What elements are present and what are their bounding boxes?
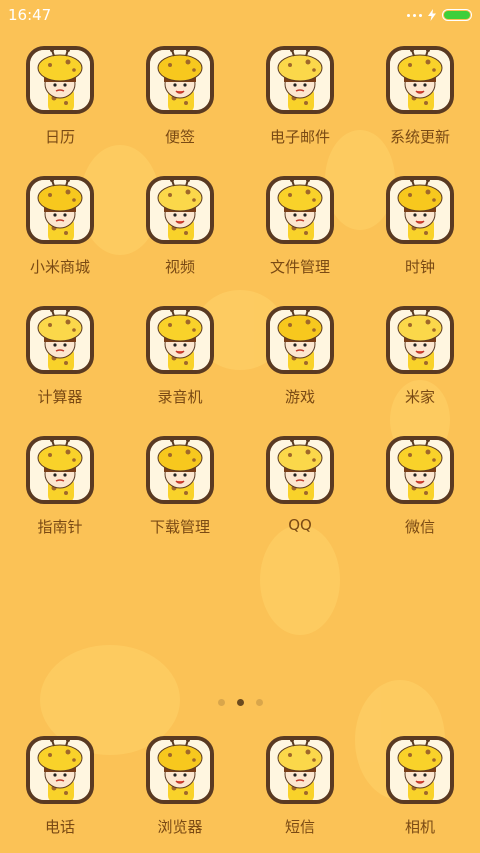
app-label: 浏览器 (157, 818, 203, 836)
giraffe-calendar-app[interactable]: 日历 (0, 40, 120, 170)
app-label: 视频 (164, 258, 195, 276)
app-label: 游戏 (284, 388, 315, 406)
app-label: 相机 (404, 818, 435, 836)
giraffe-browser-app[interactable]: 浏览器 (120, 730, 240, 837)
giraffe-update-app[interactable]: 系统更新 (360, 40, 480, 170)
giraffe-browser-icon[interactable] (146, 736, 214, 804)
giraffe-qq-icon[interactable] (266, 436, 334, 504)
giraffe-recorder-app[interactable]: 录音机 (120, 300, 240, 430)
giraffe-calendar-icon[interactable] (26, 46, 94, 114)
app-label: 计算器 (37, 388, 83, 406)
battery-level (444, 11, 470, 19)
giraffe-mihome-icon[interactable] (386, 306, 454, 374)
giraffe-recorder-icon[interactable] (146, 306, 214, 374)
app-grid: 日历 便签 电子邮件 系统更新 小米商城 视频 文件管理 时钟 计算器 录音机 … (0, 40, 480, 560)
giraffe-email-icon[interactable] (266, 46, 334, 114)
giraffe-camera-app[interactable]: 相机 (360, 730, 480, 837)
giraffe-calculator-icon[interactable] (26, 306, 94, 374)
giraffe-wechat-app[interactable]: 微信 (360, 430, 480, 560)
battery-icon (442, 9, 472, 21)
status-icons (407, 9, 472, 21)
app-label: 便签 (164, 128, 195, 146)
giraffe-store-app[interactable]: 小米商城 (0, 170, 120, 300)
giraffe-files-icon[interactable] (266, 176, 334, 244)
app-label: 微信 (404, 518, 435, 536)
app-label: 录音机 (157, 388, 203, 406)
giraffe-video-app[interactable]: 视频 (120, 170, 240, 300)
giraffe-wechat-icon[interactable] (386, 436, 454, 504)
giraffe-clock-icon[interactable] (386, 176, 454, 244)
giraffe-mihome-app[interactable]: 米家 (360, 300, 480, 430)
giraffe-phone-app[interactable]: 电话 (0, 730, 120, 837)
giraffe-phone-icon[interactable] (26, 736, 94, 804)
giraffe-video-icon[interactable] (146, 176, 214, 244)
giraffe-notes-icon[interactable] (146, 46, 214, 114)
charging-bolt-icon (428, 9, 436, 21)
giraffe-compass-icon[interactable] (26, 436, 94, 504)
app-label: 下载管理 (149, 518, 210, 536)
notification-dots-icon (407, 13, 422, 17)
status-bar: 16:47 (0, 0, 480, 30)
app-label: 时钟 (404, 258, 435, 276)
app-label: 指南针 (37, 518, 83, 536)
giraffe-games-icon[interactable] (266, 306, 334, 374)
app-label: 短信 (284, 818, 315, 836)
giraffe-compass-app[interactable]: 指南针 (0, 430, 120, 560)
giraffe-calculator-app[interactable]: 计算器 (0, 300, 120, 430)
app-label: 电话 (44, 818, 75, 836)
dock: 电话 浏览器 短信 相机 (0, 730, 480, 837)
giraffe-update-icon[interactable] (386, 46, 454, 114)
app-label: 文件管理 (269, 258, 330, 276)
giraffe-qq-app[interactable]: QQ (240, 430, 360, 560)
app-label: QQ (288, 516, 312, 534)
giraffe-downloads-app[interactable]: 下载管理 (120, 430, 240, 560)
giraffe-clock-app[interactable]: 时钟 (360, 170, 480, 300)
giraffe-store-icon[interactable] (26, 176, 94, 244)
page-indicator (0, 699, 480, 706)
giraffe-messages-app[interactable]: 短信 (240, 730, 360, 837)
giraffe-email-app[interactable]: 电子邮件 (240, 40, 360, 170)
giraffe-downloads-icon[interactable] (146, 436, 214, 504)
page-dot-3[interactable] (255, 699, 263, 706)
giraffe-games-app[interactable]: 游戏 (240, 300, 360, 430)
giraffe-notes-app[interactable]: 便签 (120, 40, 240, 170)
giraffe-messages-icon[interactable] (266, 736, 334, 804)
status-time: 16:47 (8, 6, 52, 24)
app-label: 日历 (44, 128, 75, 146)
app-label: 米家 (404, 388, 435, 406)
giraffe-files-app[interactable]: 文件管理 (240, 170, 360, 300)
app-label: 小米商城 (29, 258, 90, 276)
app-label: 电子邮件 (269, 128, 330, 146)
giraffe-camera-icon[interactable] (386, 736, 454, 804)
page-dot-1[interactable] (217, 699, 225, 706)
app-label: 系统更新 (389, 128, 450, 146)
page-dot-2[interactable] (236, 699, 244, 706)
